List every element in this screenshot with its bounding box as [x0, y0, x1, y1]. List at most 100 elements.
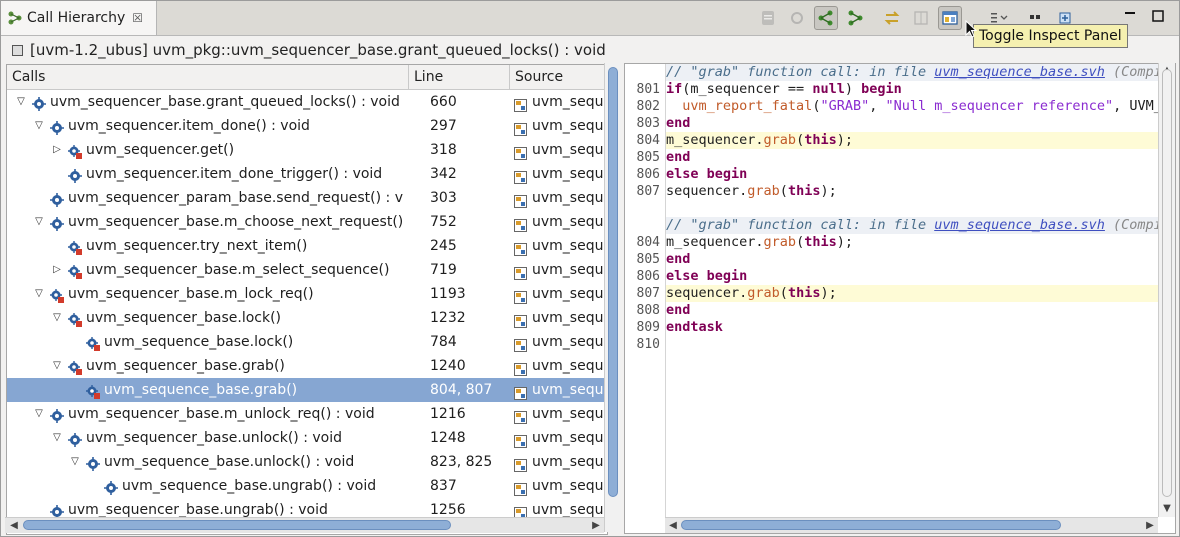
tree-row[interactable]: ▽ uvm_sequencer_base.unlock() : void 1248 u…: [7, 426, 607, 450]
collapsed-twistie-icon[interactable]: ▷: [50, 258, 64, 282]
expanded-twistie-icon[interactable]: ▽: [32, 402, 46, 426]
file-link[interactable]: uvm_sequence_base.svh: [934, 64, 1105, 80]
inspect-panel[interactable]: 801 802 803 804 805 806 807 804 805 806 807 808 809 8…: [624, 63, 1176, 534]
layout-button[interactable]: [909, 6, 933, 30]
line-cell: 1216: [430, 406, 466, 422]
task-icon: [50, 287, 64, 303]
code-token: grab: [763, 234, 797, 250]
expanded-twistie-icon[interactable]: ▽: [32, 282, 46, 306]
scroll-right-icon[interactable]: ▶: [589, 518, 603, 533]
code-token: (: [779, 183, 788, 199]
scroll-thumb[interactable]: [23, 520, 451, 530]
expanded-twistie-icon[interactable]: ▽: [50, 306, 64, 330]
source-file-icon: [514, 120, 527, 136]
code-view[interactable]: // "grab" function call: in file uvm_seq…: [666, 64, 1158, 516]
tree-horizontal-scrollbar[interactable]: ◀ ▶: [5, 517, 604, 533]
source-file-icon: [514, 432, 527, 448]
code-token: this: [804, 234, 837, 250]
line-number: 804: [636, 133, 660, 148]
source-cell: uvm_seque: [510, 474, 607, 498]
toggle-inspect-panel-button[interactable]: [938, 6, 962, 30]
tree-row[interactable]: ▽ uvm_sequence_base.unlock() : void 823, 8…: [7, 450, 607, 474]
code-line: sequencer.grab(this);: [666, 183, 1158, 200]
expanded-twistie-icon[interactable]: ▽: [14, 90, 28, 114]
tree-row[interactable]: ▽ uvm_sequencer.item_done() : void 297 uvm_…: [7, 114, 607, 138]
call-label: uvm_sequence_base.grab(): [104, 382, 298, 398]
column-header-source[interactable]: Source: [510, 65, 607, 89]
tree-row[interactable]: uvm_sequence_base.lock() 784 uvm_seque: [7, 330, 607, 354]
code-vertical-scrollbar[interactable]: ▲ ▼: [1158, 63, 1175, 517]
line-cell: 784: [430, 334, 457, 350]
task-icon: [68, 359, 82, 375]
scroll-thumb[interactable]: [1162, 69, 1172, 497]
tree-row[interactable]: ▽ uvm_sequencer_base.grab() 1240 uvm_seque: [7, 354, 607, 378]
column-header-line[interactable]: Line: [409, 65, 510, 89]
tree-row[interactable]: ▷ uvm_sequencer_base.m_select_sequence() 7…: [7, 258, 607, 282]
source-cell: uvm_seque: [510, 234, 607, 258]
tree-row[interactable]: uvm_sequence_base.grab() 804, 807 uvm_sequ…: [7, 378, 607, 402]
highlighted-code-line: sequencer.grab(this);: [666, 285, 1158, 302]
source-file-name: uvm_seque: [532, 478, 607, 494]
tab-call-hierarchy[interactable]: Call Hierarchy ☒: [1, 1, 157, 35]
tree-row[interactable]: ▽ uvm_sequencer_base.m_choose_next_reques…: [7, 210, 607, 234]
mouse-pointer-icon: [965, 20, 977, 38]
tree-vertical-scrollbar[interactable]: [604, 63, 621, 532]
expanded-twistie-icon[interactable]: ▽: [50, 354, 64, 378]
code-comment-line: // "grab" function call: in file uvm_seq…: [666, 217, 1158, 234]
link-with-editor-button[interactable]: [880, 6, 904, 30]
expanded-twistie-icon[interactable]: ▽: [50, 426, 64, 450]
scroll-right-icon[interactable]: ▶: [1143, 518, 1157, 533]
source-file-name: uvm_seque: [532, 118, 607, 134]
line-number: 803: [636, 116, 660, 131]
call-cell: uvm_sequence_base.ungrab() : void: [7, 474, 407, 498]
close-icon[interactable]: ☒: [132, 11, 143, 25]
code-horizontal-scrollbar[interactable]: ◀ ▶: [665, 517, 1158, 533]
collapsed-twistie-icon[interactable]: ▷: [50, 138, 64, 162]
call-label: uvm_sequencer.get(): [86, 142, 235, 158]
expanded-twistie-icon[interactable]: ▽: [32, 114, 46, 138]
method-icon: [68, 167, 82, 183]
line-number: 802: [636, 99, 660, 114]
tree-row[interactable]: uvm_sequencer.item_done_trigger() : void…: [7, 162, 607, 186]
line-cell: 1193: [430, 286, 466, 302]
line-cell: 837: [430, 478, 457, 494]
source-file-icon: [514, 216, 527, 232]
scroll-left-icon[interactable]: ◀: [7, 518, 21, 533]
scroll-down-icon[interactable]: ▼: [1160, 501, 1174, 516]
tree-row[interactable]: uvm_sequencer_param_base.send_request() …: [7, 186, 607, 210]
call-cell: ▽ uvm_sequencer.item_done() : void: [7, 114, 407, 138]
code-line: end: [666, 149, 1158, 166]
expanded-twistie-icon[interactable]: ▽: [68, 450, 82, 474]
tree-row[interactable]: ▽ uvm_sequencer_base.m_unlock_req() : voi…: [7, 402, 607, 426]
maximize-button[interactable]: [1151, 10, 1165, 22]
column-header-calls[interactable]: Calls: [7, 65, 409, 89]
scroll-left-icon[interactable]: ◀: [666, 518, 680, 533]
file-link[interactable]: uvm_sequence_base.svh: [934, 217, 1105, 233]
call-label: uvm_sequencer_base.m_select_sequence(): [86, 262, 390, 278]
scroll-thumb[interactable]: [608, 67, 618, 497]
call-cell: uvm_sequencer_param_base.send_request() …: [7, 186, 407, 210]
scroll-thumb[interactable]: [681, 520, 1061, 530]
tree-row[interactable]: uvm_sequencer.try_next_item() 245 uvm_sequ…: [7, 234, 607, 258]
line-number: 805: [636, 150, 660, 165]
task-icon: [68, 311, 82, 327]
call-cell: uvm_sequencer.try_next_item(): [7, 234, 407, 258]
expanded-twistie-icon[interactable]: ▽: [32, 210, 46, 234]
tree-row[interactable]: ▽ uvm_sequencer_base.lock() 1232 uvm_seque: [7, 306, 607, 330]
minimize-button[interactable]: [1123, 10, 1137, 22]
refresh-button[interactable]: [785, 6, 809, 30]
tree-row[interactable]: uvm_sequence_base.ungrab() : void 837 uvm_…: [7, 474, 607, 498]
code-token: end: [666, 149, 691, 165]
source-cell: uvm_seque: [510, 450, 607, 474]
tree-row[interactable]: ▷ uvm_sequencer.get() 318 uvm_seque: [7, 138, 607, 162]
call-cell: uvm_sequence_base.grab(): [7, 378, 407, 402]
history-button[interactable]: [756, 6, 780, 30]
line-number: 810: [636, 337, 660, 352]
source-cell: uvm_seque: [510, 402, 607, 426]
tree-row[interactable]: ▽ uvm_sequencer_base.m_lock_req() 1193 uvm_…: [7, 282, 607, 306]
calls-tree[interactable]: Calls Line Source ▽ uvm_sequencer_base.gr…: [6, 64, 608, 535]
code-token: (: [796, 132, 805, 148]
tree-row[interactable]: ▽ uvm_sequencer_base.grant_queued_locks()…: [7, 90, 607, 114]
show-caller-hierarchy-button[interactable]: [814, 6, 838, 30]
show-callee-hierarchy-button[interactable]: [843, 6, 867, 30]
